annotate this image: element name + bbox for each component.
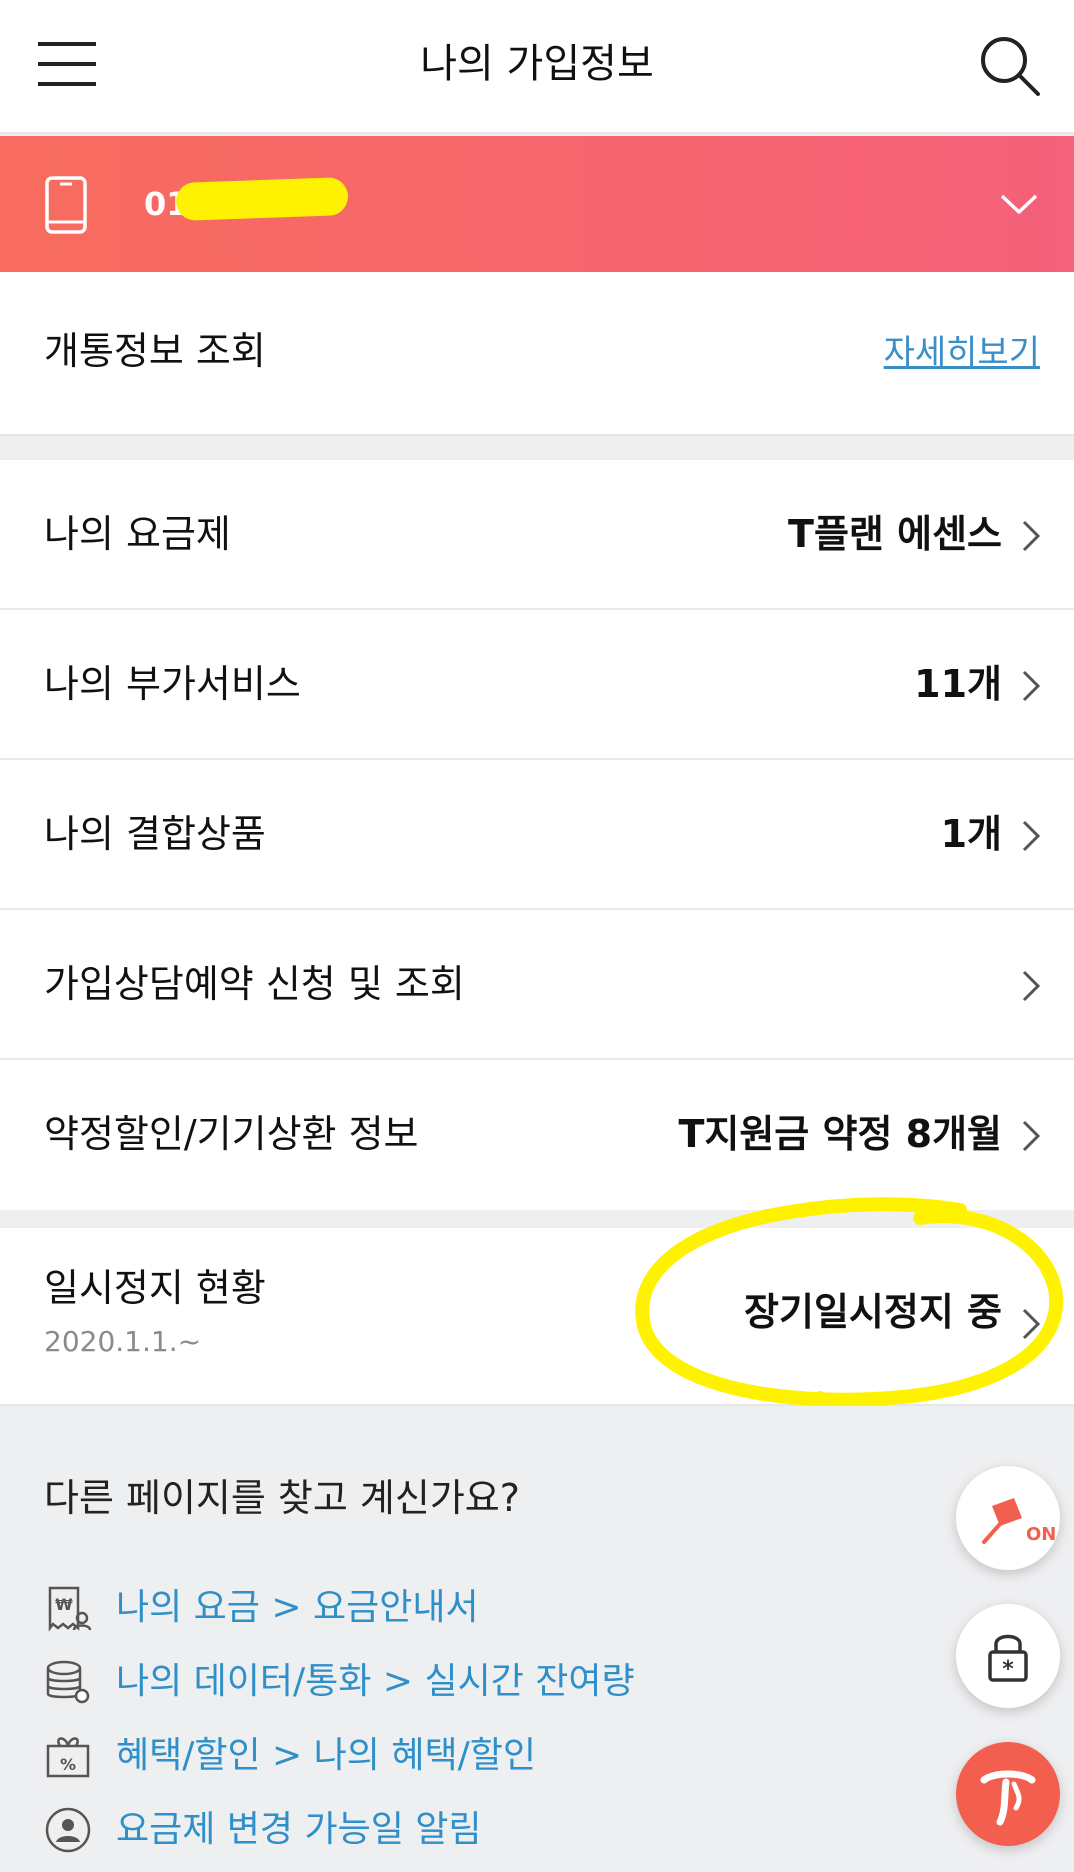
details-link[interactable]: 자세히보기 [884, 328, 1040, 378]
row-label: 나의 결합상품 [44, 812, 266, 856]
chevron-right-icon [1022, 520, 1041, 552]
row-addon-services[interactable]: 나의 부가서비스 11개 [0, 610, 1074, 760]
link-text: 나의 요금 > 요금안내서 [116, 1587, 479, 1628]
pause-start-date: 2020.1.1.~ [44, 1325, 202, 1358]
t-world-button[interactable] [956, 1742, 1060, 1846]
row-contract-discount[interactable]: 약정할인/기기상환 정보 T지원금 약정 8개월 [0, 1060, 1074, 1210]
row-label: 나의 부가서비스 [44, 662, 301, 706]
row-label: 나의 요금제 [44, 512, 231, 556]
pin-icon [982, 1498, 1022, 1544]
svg-text:%: % [60, 1755, 76, 1774]
chevron-right-icon [1022, 670, 1041, 702]
chevron-right-icon [1022, 970, 1041, 1002]
open-info-section: 개통정보 조회 자세히보기 [0, 272, 1074, 436]
bill-icon: ₩ [48, 1586, 92, 1632]
row-my-plan[interactable]: 나의 요금제 T플랜 에센스 [0, 460, 1074, 610]
user-icon [45, 1807, 91, 1853]
pause-status-value: 장기일시정지 중 [744, 1290, 1002, 1334]
t-logo-icon [980, 1770, 1036, 1826]
data-icon [46, 1660, 90, 1704]
link-text: 나의 데이터/통화 > 실시간 잔여량 [116, 1661, 635, 1702]
subscription-list: 나의 요금제 T플랜 에센스 나의 부가서비스 11개 나의 결합상품 1개 가… [0, 460, 1074, 1210]
lock-icon: * [988, 1634, 1028, 1682]
row-value: T지원금 약정 8개월 [678, 1112, 1002, 1156]
search-icon[interactable] [978, 34, 1042, 98]
row-bundle-products[interactable]: 나의 결합상품 1개 [0, 760, 1074, 910]
link-text: 혜택/할인 > 나의 혜택/할인 [116, 1735, 536, 1776]
pin-badge: ON [1026, 1524, 1056, 1545]
lock-button[interactable]: * [956, 1604, 1060, 1708]
page-title: 나의 가입정보 [420, 41, 654, 87]
pause-status-label: 일시정지 현황 [44, 1266, 266, 1310]
row-value: 1개 [940, 812, 1002, 856]
chevron-right-icon [1022, 1120, 1041, 1152]
chevron-down-icon[interactable] [996, 180, 1042, 226]
row-label: 가입상담예약 신청 및 조회 [44, 962, 465, 1006]
open-info-label: 개통정보 조회 [44, 329, 266, 373]
other-pages-section: 다른 페이지를 찾고 계신가요? ₩ 나의 요금 > 요금안내서 나의 데이터/… [0, 1406, 1074, 1872]
chevron-right-icon [1022, 1308, 1041, 1340]
row-consultation-reservation[interactable]: 가입상담예약 신청 및 조회 [0, 910, 1074, 1060]
pause-status-row[interactable]: 일시정지 현황 2020.1.1.~ 장기일시정지 중 [0, 1228, 1074, 1406]
line-selector[interactable]: 01 [0, 136, 1074, 272]
row-value: T플랜 에센스 [788, 512, 1002, 556]
chevron-right-icon [1022, 820, 1041, 852]
pin-on-button[interactable]: ON [956, 1466, 1060, 1570]
link-text: 요금제 변경 가능일 알림 [116, 1809, 482, 1850]
row-label: 약정할인/기기상환 정보 [44, 1112, 419, 1156]
app-header: 나의 가입정보 [0, 0, 1074, 134]
row-value: 11개 [914, 662, 1002, 706]
phone-icon [44, 176, 90, 234]
svg-text:₩: ₩ [55, 1595, 73, 1614]
redaction-mark [175, 177, 349, 221]
gift-coupon-icon: % [46, 1737, 90, 1778]
svg-text:*: * [1002, 1657, 1014, 1682]
other-pages-title: 다른 페이지를 찾고 계신가요? [44, 1476, 520, 1520]
